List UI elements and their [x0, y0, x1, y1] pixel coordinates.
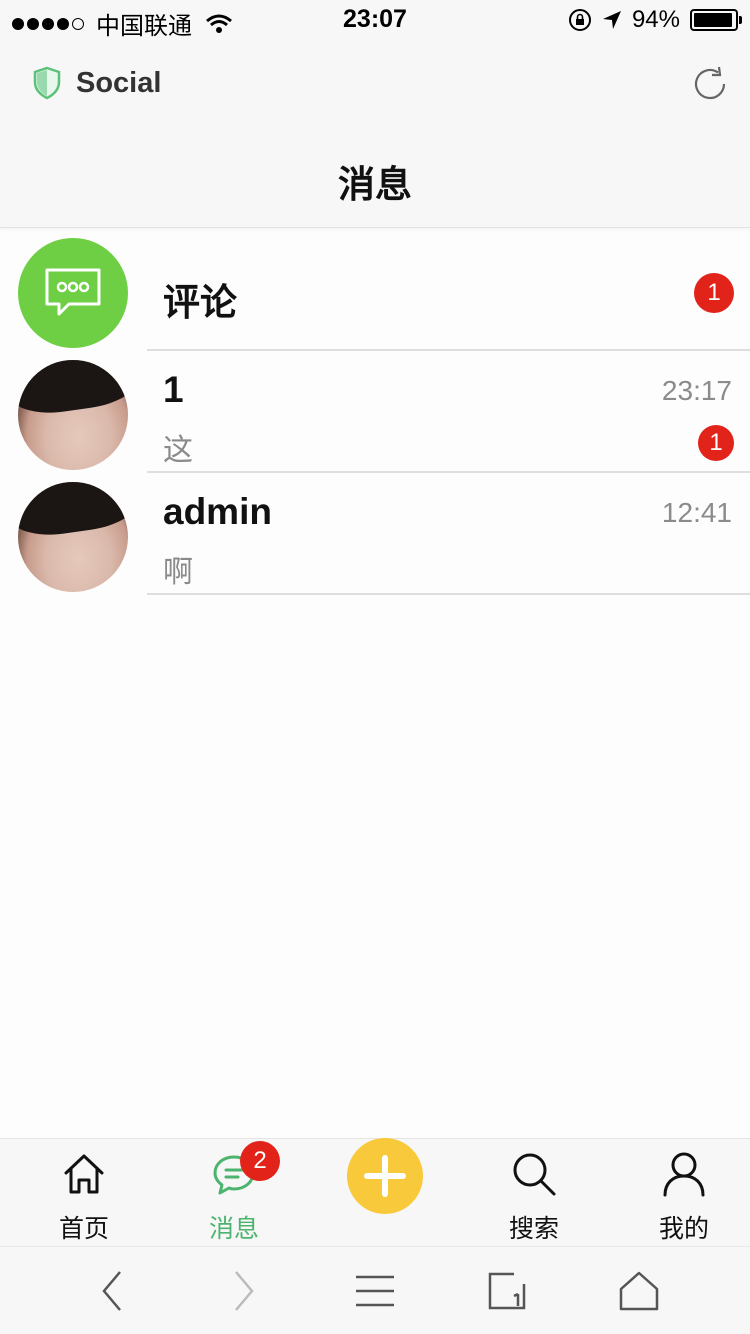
- tab-search[interactable]: 搜索: [479, 1139, 589, 1247]
- avatar: [18, 482, 128, 592]
- menu-icon: [355, 1274, 395, 1308]
- forward-button[interactable]: [222, 1269, 266, 1313]
- back-button[interactable]: [90, 1269, 134, 1313]
- avatar: [18, 360, 128, 470]
- battery-icon: [690, 9, 742, 31]
- browser-toolbar: [0, 1246, 750, 1334]
- unread-badge: 2: [240, 1141, 280, 1181]
- back-icon: [100, 1270, 124, 1312]
- status-right: 94%: [568, 6, 742, 34]
- battery-level: [694, 13, 732, 27]
- unread-badge: 1: [698, 425, 734, 461]
- brand: Social: [32, 66, 161, 100]
- home-icon: [29, 1151, 139, 1201]
- add-button[interactable]: [347, 1138, 423, 1214]
- comment-avatar: [18, 238, 128, 348]
- rotation-lock-icon: [568, 8, 592, 32]
- home-button[interactable]: [617, 1269, 661, 1313]
- app-header: Social 消息: [0, 40, 750, 228]
- refresh-icon: [690, 64, 730, 104]
- list-item-time: 12:41: [661, 497, 732, 528]
- home-icon: [619, 1271, 659, 1311]
- list-item-comments[interactable]: 评论 1: [0, 229, 750, 351]
- message-list: 评论 1 1 23:17 这 1 admin 12:41 啊: [0, 229, 750, 595]
- unread-badge: 1: [694, 273, 734, 313]
- tab-label: 首页: [58, 1215, 109, 1243]
- plus-icon: [363, 1154, 407, 1198]
- location-arrow-icon: [602, 10, 622, 30]
- list-item-conversation[interactable]: admin 12:41 啊: [0, 473, 750, 595]
- list-item-preview: 啊: [163, 556, 193, 589]
- battery-percent: 94%: [631, 6, 680, 33]
- refresh-button[interactable]: [690, 64, 730, 104]
- menu-button[interactable]: [353, 1269, 397, 1313]
- tab-label: 消息: [208, 1215, 259, 1243]
- list-item-title: admin: [163, 491, 272, 532]
- tab-messages[interactable]: 消息 2: [179, 1139, 289, 1247]
- comment-icon: [43, 266, 103, 320]
- tabs-button[interactable]: [485, 1269, 529, 1313]
- list-item-preview: 这: [163, 434, 193, 467]
- shield-icon: [32, 66, 62, 100]
- list-item-title: 1: [163, 369, 184, 410]
- tab-label: 搜索: [508, 1215, 559, 1243]
- page-title: 消息: [338, 164, 412, 205]
- tab-profile[interactable]: 我的: [629, 1139, 739, 1247]
- divider: [147, 593, 750, 595]
- tab-home[interactable]: 首页: [29, 1139, 139, 1247]
- forward-icon: [232, 1270, 256, 1312]
- search-icon: [479, 1151, 589, 1201]
- status-bar: 中国联通 23:07 94%: [0, 0, 750, 40]
- list-item-time: 23:17: [661, 375, 732, 406]
- tabs-icon: [488, 1272, 526, 1310]
- tab-label: 我的: [658, 1215, 709, 1243]
- user-icon: [629, 1151, 739, 1201]
- list-item-conversation[interactable]: 1 23:17 这 1: [0, 351, 750, 473]
- list-item-title: 评论: [163, 282, 237, 323]
- brand-name: Social: [76, 66, 162, 99]
